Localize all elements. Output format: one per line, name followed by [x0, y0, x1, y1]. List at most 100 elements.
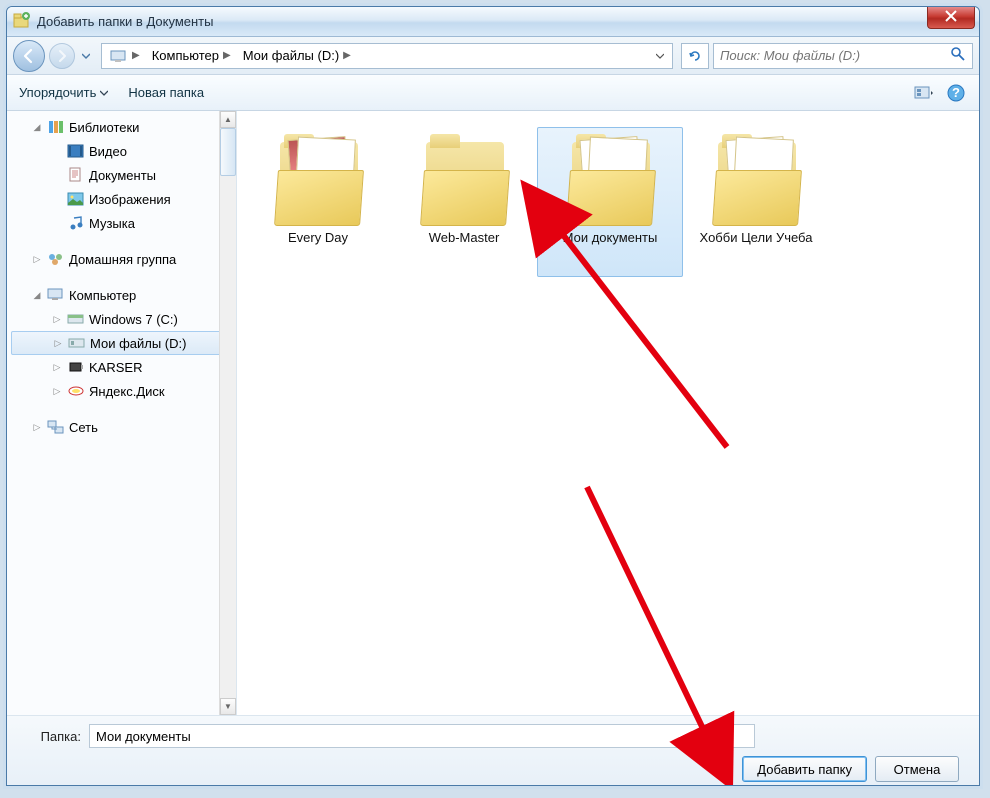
- tree-label: Windows 7 (C:): [89, 312, 178, 327]
- add-folder-button[interactable]: Добавить папку: [742, 756, 867, 782]
- tree-label: Изображения: [89, 192, 171, 207]
- folder-view[interactable]: Every Day Web-Master Мои документы: [237, 111, 979, 715]
- tree-label: Домашняя группа: [69, 252, 176, 267]
- expand-icon[interactable]: ▷: [51, 313, 63, 325]
- new-folder-button[interactable]: Новая папка: [128, 85, 204, 100]
- breadcrumb-arrow-icon: ▶: [343, 50, 351, 61]
- folder-item-my-documents[interactable]: Мои документы: [537, 127, 683, 277]
- tree-video[interactable]: Видео: [11, 139, 236, 163]
- sidebar-scrollbar[interactable]: ▲ ▼: [219, 111, 236, 715]
- search-input[interactable]: [720, 48, 950, 63]
- dialog-buttons: Добавить папку Отмена: [23, 756, 963, 782]
- cancel-button[interactable]: Отмена: [875, 756, 959, 782]
- folder-path-row: Папка:: [23, 724, 963, 748]
- navigation-bar: ▶ Компьютер ▶ Мои файлы (D:) ▶: [7, 37, 979, 75]
- folder-item-everyday[interactable]: Every Day: [245, 127, 391, 277]
- tree-homegroup[interactable]: ▷ Домашняя группа: [11, 247, 236, 271]
- scroll-thumb[interactable]: [220, 128, 236, 176]
- expand-icon[interactable]: ▷: [51, 385, 63, 397]
- drive-icon: [67, 311, 85, 327]
- tree-drive-d[interactable]: ▷ Мои файлы (D:): [11, 331, 236, 355]
- expand-icon[interactable]: ▷: [31, 421, 43, 433]
- computer-root-icon[interactable]: ▶: [104, 44, 146, 68]
- tree-label: Сеть: [69, 420, 98, 435]
- window-title: Добавить папки в Документы: [37, 14, 213, 29]
- tree-label: KARSER: [89, 360, 142, 375]
- folder-label: Every Day: [288, 230, 348, 246]
- network-icon: [47, 419, 65, 435]
- tree-computer[interactable]: ◢ Компьютер: [11, 283, 236, 307]
- breadcrumb-drive-d[interactable]: Мои файлы (D:) ▶: [237, 44, 357, 68]
- tree-images[interactable]: Изображения: [11, 187, 236, 211]
- organize-menu[interactable]: Упорядочить: [19, 85, 108, 100]
- back-button[interactable]: [13, 40, 45, 72]
- scroll-down-icon[interactable]: ▼: [220, 698, 236, 715]
- forward-button[interactable]: [49, 43, 75, 69]
- tree-music[interactable]: Музыка: [11, 211, 236, 235]
- documents-icon: [67, 167, 85, 183]
- svg-text:?: ?: [952, 85, 960, 100]
- tree-network[interactable]: ▷ Сеть: [11, 415, 236, 439]
- music-icon: [67, 215, 85, 231]
- usb-drive-icon: [67, 359, 85, 375]
- toolbar: Упорядочить Новая папка ?: [7, 75, 979, 111]
- refresh-icon: [687, 48, 703, 64]
- history-dropdown[interactable]: [79, 43, 93, 69]
- view-menu[interactable]: [913, 82, 935, 104]
- chevron-down-icon: [100, 89, 108, 97]
- tree-yandex-disk[interactable]: ▷ Яндекс.Диск: [11, 379, 236, 403]
- chevron-down-icon: [656, 52, 664, 60]
- breadcrumb-computer[interactable]: Компьютер ▶: [146, 44, 237, 68]
- address-bar[interactable]: ▶ Компьютер ▶ Мои файлы (D:) ▶: [101, 43, 673, 69]
- tree-libraries[interactable]: ◢ Библиотеки: [11, 115, 236, 139]
- tree-documents[interactable]: Документы: [11, 163, 236, 187]
- folder-item-hobby[interactable]: Хобби Цели Учеба: [683, 127, 829, 277]
- expand-icon[interactable]: ▷: [31, 253, 43, 265]
- folder-label: Хобби Цели Учеба: [700, 230, 813, 246]
- collapse-icon[interactable]: ◢: [31, 121, 43, 133]
- dialog-window: Добавить папки в Документы ▶ Компьютер ▶: [6, 6, 980, 786]
- folder-add-icon: [13, 11, 31, 32]
- body-area: ◢ Библиотеки Видео Документы: [7, 111, 979, 715]
- collapse-icon[interactable]: ◢: [31, 289, 43, 301]
- refresh-button[interactable]: [681, 43, 709, 69]
- dialog-footer: Папка: Добавить папку Отмена: [7, 715, 979, 785]
- scroll-up-icon[interactable]: ▲: [220, 111, 236, 128]
- folder-label: Web-Master: [429, 230, 500, 246]
- breadcrumb-arrow-icon: ▶: [223, 50, 231, 61]
- arrow-left-icon: [21, 48, 37, 64]
- search-box[interactable]: [713, 43, 973, 69]
- yadisk-icon: [67, 383, 85, 399]
- search-icon[interactable]: [950, 46, 966, 65]
- help-button[interactable]: ?: [945, 82, 967, 104]
- drive-icon: [68, 335, 86, 351]
- titlebar[interactable]: Добавить папки в Документы: [7, 7, 979, 37]
- close-button[interactable]: [927, 7, 975, 29]
- folder-icon: [270, 136, 366, 226]
- expand-icon[interactable]: ▷: [51, 361, 63, 373]
- folder-item-webmaster[interactable]: Web-Master: [391, 127, 537, 277]
- expand-icon[interactable]: ▷: [52, 337, 64, 349]
- computer-icon: [47, 287, 65, 303]
- libraries-icon: [47, 119, 65, 135]
- folder-name-input[interactable]: [89, 724, 755, 748]
- close-icon: [945, 10, 957, 25]
- folder-tree: ◢ Библиотеки Видео Документы: [7, 115, 236, 439]
- folder-icon: [416, 136, 512, 226]
- homegroup-icon: [47, 251, 65, 267]
- sidebar: ◢ Библиотеки Видео Документы: [7, 111, 237, 715]
- tree-label: Яндекс.Диск: [89, 384, 165, 399]
- tree-label: Компьютер: [69, 288, 136, 303]
- images-icon: [67, 191, 85, 207]
- tree-label: Видео: [89, 144, 127, 159]
- video-icon: [67, 143, 85, 159]
- tree-drive-c[interactable]: ▷ Windows 7 (C:): [11, 307, 236, 331]
- breadcrumb-arrow-icon: ▶: [132, 50, 140, 61]
- folder-icon: [562, 136, 658, 226]
- folder-label: Мои документы: [563, 230, 658, 246]
- folder-icon: [708, 136, 804, 226]
- tree-karser[interactable]: ▷ KARSER: [11, 355, 236, 379]
- tree-label: Музыка: [89, 216, 135, 231]
- tree-label: Библиотеки: [69, 120, 139, 135]
- address-dropdown[interactable]: [656, 52, 670, 60]
